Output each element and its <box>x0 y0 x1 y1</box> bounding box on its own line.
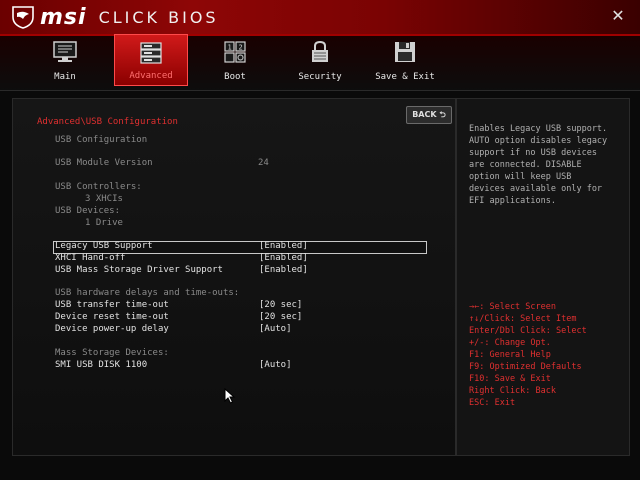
setting-smi-usb-disk-value[interactable]: [Auto] <box>259 360 292 371</box>
key-hint: F1: General Help <box>469 350 551 360</box>
floppy-icon <box>395 42 415 62</box>
key-hint: Right Click: Back <box>469 386 556 396</box>
setting-mass-storage-driver-value[interactable]: [Enabled] <box>259 265 308 276</box>
devices-value: 1 Drive <box>85 218 123 228</box>
title-band: msi CLICK BIOS ✕ <box>0 0 640 36</box>
monitor-icon <box>53 41 77 62</box>
key-hint: F9: Optimized Defaults <box>469 362 582 372</box>
msi-logo: msi CLICK BIOS <box>10 4 219 30</box>
controllers-label: USB Controllers: <box>55 182 142 192</box>
setting-xhci-hand-off[interactable]: XHCI Hand-off <box>55 253 125 264</box>
dragon-shield-icon <box>12 6 34 29</box>
setting-legacy-usb-support[interactable]: Legacy USB Support <box>55 241 153 252</box>
breadcrumb: Advanced\USB Configuration <box>37 117 178 127</box>
setting-reset-timeout[interactable]: Device reset time-out <box>55 312 169 323</box>
tab-bar: Main Advanced 1 2 Boot Security Save & E… <box>0 34 640 90</box>
key-hint: +/-: Change Opt. <box>469 338 551 348</box>
tab-boot[interactable]: 1 2 Boot <box>198 34 272 86</box>
key-hint: Enter/Dbl Click: Select <box>469 326 587 336</box>
setting-mass-storage-driver[interactable]: USB Mass Storage Driver Support <box>55 265 223 276</box>
module-version-label: USB Module Version <box>55 158 153 168</box>
server-icon <box>140 42 162 64</box>
setting-legacy-usb-support-value[interactable]: [Enabled] <box>259 241 308 252</box>
back-arrow-icon: ⮌ <box>439 110 446 119</box>
svg-text:1: 1 <box>228 44 232 52</box>
tab-main[interactable]: Main <box>28 34 102 86</box>
back-button-label: BACK <box>412 110 437 119</box>
back-button[interactable]: BACK ⮌ <box>406 106 452 124</box>
app-title: CLICK BIOS <box>98 7 219 27</box>
mouse-pointer-icon <box>224 388 236 404</box>
timeouts-heading: USB hardware delays and time-outs: <box>55 288 240 298</box>
tab-security-label: Security <box>298 72 342 82</box>
section-title: USB Configuration <box>55 135 148 145</box>
key-hint: F10: Save & Exit <box>469 374 551 384</box>
tab-advanced[interactable]: Advanced <box>114 34 188 86</box>
setting-reset-timeout-value[interactable]: [20 sec] <box>259 312 302 323</box>
tab-advanced-label: Advanced <box>129 71 173 81</box>
setting-power-up-delay-value[interactable]: [Auto] <box>259 324 292 335</box>
lock-icon <box>312 40 328 62</box>
setting-smi-usb-disk[interactable]: SMI USB DISK 1100 <box>55 360 147 371</box>
header-bar: msi CLICK BIOS ✕ Main Advanced 1 2 Boot … <box>0 0 640 91</box>
setting-transfer-timeout[interactable]: USB transfer time-out <box>55 300 169 311</box>
setting-power-up-delay[interactable]: Device power-up delay <box>55 324 169 335</box>
tab-save-exit-label: Save & Exit <box>375 72 435 82</box>
setting-xhci-hand-off-value[interactable]: [Enabled] <box>259 253 308 264</box>
help-description: Enables Legacy USB support. AUTO option … <box>469 124 608 206</box>
boot-icon: 1 2 <box>224 41 246 63</box>
devices-label: USB Devices: <box>55 206 121 216</box>
key-hint: →←: Select Screen <box>469 302 556 312</box>
tab-boot-label: Boot <box>224 72 246 82</box>
help-panel: Enables Legacy USB support. AUTO option … <box>456 98 630 456</box>
module-version-value: 24 <box>258 158 269 168</box>
key-hint: ↑↓/Click: Select Item <box>469 314 577 324</box>
setting-transfer-timeout-value[interactable]: [20 sec] <box>259 300 302 311</box>
svg-text:2: 2 <box>239 44 243 52</box>
tab-save-exit[interactable]: Save & Exit <box>368 34 442 86</box>
tab-security[interactable]: Security <box>283 34 357 86</box>
key-legend: →←: Select Screen ↑↓/Click: Select Item … <box>469 301 629 409</box>
controllers-value: 3 XHCIs <box>85 194 123 204</box>
tab-main-label: Main <box>54 72 76 82</box>
mass-storage-heading: Mass Storage Devices: <box>55 348 169 358</box>
brand-name: msi <box>40 4 87 30</box>
close-icon[interactable]: ✕ <box>610 8 626 24</box>
key-hint: ESC: Exit <box>469 398 516 408</box>
